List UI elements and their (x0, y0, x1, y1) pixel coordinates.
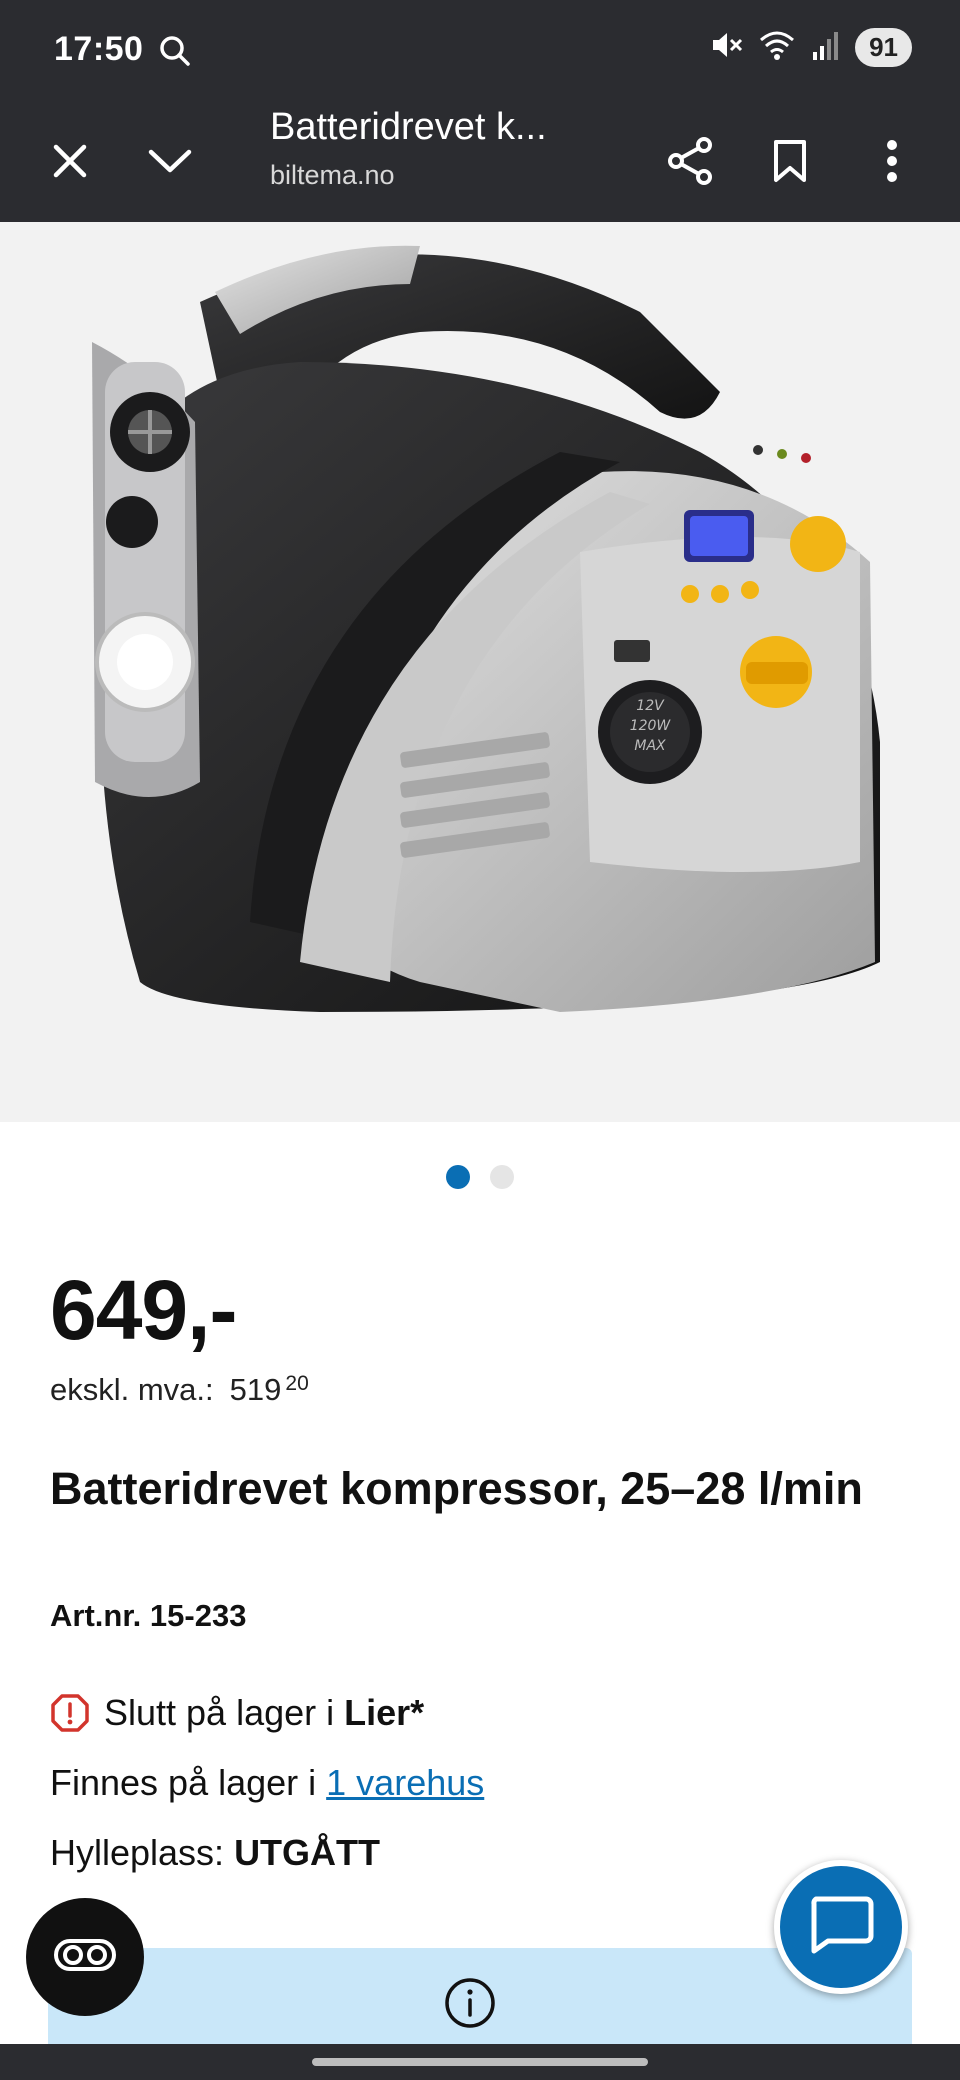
status-time: 17:50 (54, 30, 144, 68)
bookmark-icon[interactable] (760, 100, 820, 222)
carousel-dots (0, 1165, 960, 1189)
accessibility-toggle-button[interactable] (26, 1898, 144, 2016)
ex-vat-decimals: 20 (285, 1372, 309, 1395)
close-icon[interactable] (40, 100, 100, 222)
shelf-label: Hylleplass: (50, 1832, 235, 1873)
shelf-value: UTGÅTT (234, 1832, 381, 1873)
page-domain[interactable]: biltema.no (270, 160, 395, 191)
warning-icon (50, 1693, 90, 1733)
article-number: Art.nr. 15-233 (50, 1598, 247, 1633)
stock-available-prefix: Finnes på lager i (50, 1762, 317, 1803)
compressor-illustration: 12V 120W MAX (92, 245, 880, 1012)
chevron-down-icon[interactable] (140, 100, 200, 222)
signal-icon (811, 28, 841, 67)
stock-out-prefix: Slutt på lager i (104, 1692, 345, 1733)
shelf-location: Hylleplass: UTGÅTT (50, 1832, 380, 1874)
system-nav-bar (0, 2044, 960, 2080)
carousel-dot-2[interactable] (490, 1165, 514, 1189)
carousel-dot-1[interactable] (446, 1165, 470, 1189)
svg-text:MAX: MAX (634, 738, 666, 754)
wifi-icon (757, 28, 797, 67)
status-bar: 17:50 91 (0, 0, 960, 100)
product-image[interactable]: 12V 120W MAX (0, 222, 960, 1122)
stock-out-store: Lier* (344, 1692, 425, 1733)
chat-button[interactable] (774, 1860, 908, 1994)
ex-vat-label: ekskl. mva.: (50, 1372, 214, 1407)
more-vert-icon[interactable] (862, 100, 922, 222)
stock-status-available: Finnes på lager i 1 varehus (50, 1762, 484, 1804)
mute-icon (709, 28, 743, 67)
search-icon (158, 34, 192, 73)
info-icon (443, 1976, 497, 2035)
svg-text:120W: 120W (630, 718, 672, 734)
product-price: 649,- (50, 1263, 237, 1357)
battery-badge: 91 (855, 28, 912, 67)
home-gesture-handle[interactable] (312, 2058, 648, 2066)
price-ex-vat: ekskl. mva.: 519 20 (50, 1372, 309, 1408)
page-title[interactable]: Batteridrevet k... (270, 106, 547, 149)
status-icons: 91 (709, 28, 912, 67)
share-icon[interactable] (660, 100, 720, 222)
svg-text:12V: 12V (636, 698, 665, 714)
product-title: Batteridrevet kompressor, 25–28 l/min (50, 1463, 863, 1514)
toggle-icon (53, 1938, 117, 1977)
stock-status-local: Slutt på lager i Lier* (50, 1692, 424, 1734)
ex-vat-integer: 519 (229, 1372, 282, 1407)
chat-icon (808, 1895, 874, 1960)
stock-available-link[interactable]: 1 varehus (326, 1762, 484, 1804)
